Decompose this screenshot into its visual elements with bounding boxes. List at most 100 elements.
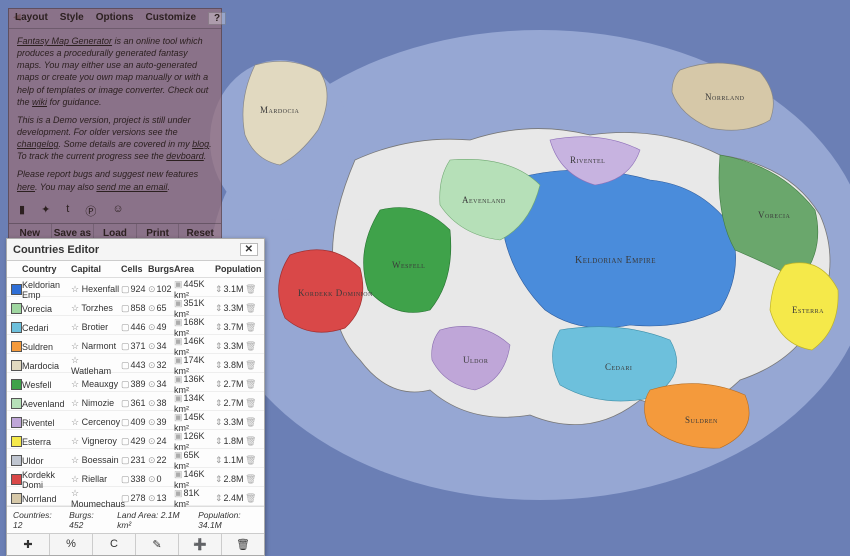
- tab-options[interactable]: Options: [96, 12, 134, 25]
- country-row[interactable]: AevenlandNimozie36138134K km²2.7M🗑: [7, 392, 264, 411]
- country-row[interactable]: Kordekk DomiRiellar3380146K km²2.8M🗑: [7, 468, 264, 487]
- delete-row-icon[interactable]: 🗑: [245, 379, 256, 390]
- link-blog[interactable]: blog: [192, 139, 209, 149]
- burgs-value: 34: [148, 341, 174, 352]
- col-burgs[interactable]: Burgs: [148, 264, 174, 274]
- capital-name[interactable]: Nimozie: [71, 398, 121, 409]
- delete-row-icon[interactable]: 🗑: [245, 474, 256, 485]
- col-population[interactable]: Population: [215, 264, 245, 274]
- country-row[interactable]: UldorBoessain2312265K km²1.1M🗑: [7, 449, 264, 468]
- color-swatch[interactable]: [11, 474, 22, 485]
- country-name[interactable]: Uldor: [22, 456, 71, 466]
- delete-row-icon[interactable]: 🗑: [245, 284, 256, 295]
- country-name[interactable]: Riventel: [22, 418, 71, 428]
- reddit-icon[interactable]: ☺: [112, 203, 123, 219]
- country-row[interactable]: SuldrenNarmont37134146K km²3.3M🗑: [7, 335, 264, 354]
- color-swatch[interactable]: [11, 341, 22, 352]
- facebook-icon[interactable]: ▮: [19, 203, 25, 219]
- link-here[interactable]: here: [17, 182, 35, 192]
- info-body: Fantasy Map Generator is an online tool …: [9, 29, 221, 199]
- link-devboard[interactable]: devboard: [166, 151, 204, 161]
- country-row[interactable]: EsterraVigneroy42924126K km²1.8M🗑: [7, 430, 264, 449]
- capital-name[interactable]: Riellar: [71, 474, 121, 485]
- link-title[interactable]: Fantasy Map Generator: [17, 36, 112, 46]
- country-row[interactable]: RiventelCercenoy40939145K km²3.3M🗑: [7, 411, 264, 430]
- color-swatch[interactable]: [11, 455, 22, 466]
- country-name[interactable]: Cedari: [22, 323, 71, 333]
- capital-name[interactable]: Cercenoy: [71, 417, 121, 428]
- help-button[interactable]: ?: [208, 12, 226, 25]
- capital-name[interactable]: Narmont: [71, 341, 121, 352]
- color-swatch[interactable]: [11, 360, 22, 371]
- country-name[interactable]: Vorecia: [22, 304, 71, 314]
- area-value: 445K km²: [174, 279, 215, 300]
- delete-row-icon[interactable]: 🗑: [245, 303, 256, 314]
- country-name[interactable]: Aevenland: [22, 399, 71, 409]
- col-capital[interactable]: Capital: [71, 264, 121, 274]
- area-value: 146K km²: [174, 469, 215, 490]
- country-name[interactable]: Norrland: [22, 494, 71, 504]
- link-email[interactable]: send me an email: [96, 182, 167, 192]
- twitter-icon[interactable]: ✦: [41, 203, 50, 219]
- country-row[interactable]: CedariBrotier44649168K km²3.7M🗑: [7, 316, 264, 335]
- tool-percent[interactable]: %: [50, 534, 93, 555]
- col-area[interactable]: Area: [174, 264, 215, 274]
- tool-edit[interactable]: ✎: [136, 534, 179, 555]
- capital-name[interactable]: Boessain: [71, 455, 121, 466]
- capital-name[interactable]: Brotier: [71, 322, 121, 333]
- delete-row-icon[interactable]: 🗑: [245, 455, 256, 466]
- link-changelog[interactable]: changelog: [17, 139, 59, 149]
- country-name[interactable]: Mardocia: [22, 361, 71, 371]
- link-wiki[interactable]: wiki: [32, 97, 47, 107]
- capital-name[interactable]: Watleham: [71, 355, 121, 376]
- color-swatch[interactable]: [11, 322, 22, 333]
- color-swatch[interactable]: [11, 436, 22, 447]
- capital-name[interactable]: Moumechaus: [71, 488, 121, 509]
- tumblr-icon[interactable]: t: [66, 203, 69, 219]
- area-value: 145K km²: [174, 412, 215, 433]
- country-name[interactable]: Wesfell: [22, 380, 71, 390]
- capital-name[interactable]: Meauxgy: [71, 379, 121, 390]
- color-swatch[interactable]: [11, 379, 22, 390]
- delete-row-icon[interactable]: 🗑: [245, 322, 256, 333]
- country-row[interactable]: WesfellMeauxgy38934136K km²2.7M🗑: [7, 373, 264, 392]
- capital-name[interactable]: Hexenfall: [71, 284, 121, 295]
- color-swatch[interactable]: [11, 493, 22, 504]
- delete-row-icon[interactable]: 🗑: [245, 417, 256, 428]
- editor-summary: Countries: 12 Burgs: 452 Land Area: 2.1M…: [7, 506, 264, 533]
- country-row[interactable]: Keldorian EmpHexenfall924102445K km²3.1M…: [7, 278, 264, 297]
- country-row[interactable]: NorrlandMoumechaus2781381K km²2.4M🗑: [7, 487, 264, 506]
- country-name[interactable]: Esterra: [22, 437, 71, 447]
- capital-name[interactable]: Torzhes: [71, 303, 121, 314]
- tab-customize[interactable]: Customize: [145, 12, 196, 25]
- country-row[interactable]: MardociaWatleham44332174K km²3.8M🗑: [7, 354, 264, 373]
- country-name[interactable]: Suldren: [22, 342, 71, 352]
- color-swatch[interactable]: [11, 398, 22, 409]
- close-button[interactable]: ✕: [240, 243, 258, 256]
- color-swatch[interactable]: [11, 303, 22, 314]
- delete-row-icon[interactable]: 🗑: [245, 398, 256, 409]
- tool-delete[interactable]: 🗑: [222, 534, 264, 555]
- tab-layout[interactable]: Layout: [15, 12, 48, 25]
- tool-plus[interactable]: ➕: [179, 534, 222, 555]
- col-country[interactable]: Country: [22, 264, 71, 274]
- tool-regenerate[interactable]: C: [93, 534, 136, 555]
- capital-name[interactable]: Vigneroy: [71, 436, 121, 447]
- col-cells[interactable]: Cells: [121, 264, 148, 274]
- color-swatch[interactable]: [11, 417, 22, 428]
- tab-style[interactable]: Style: [60, 12, 84, 25]
- country-row[interactable]: VoreciaTorzhes85865351K km²3.3M🗑: [7, 297, 264, 316]
- burgs-value: 22: [148, 455, 174, 466]
- delete-row-icon[interactable]: 🗑: [245, 493, 256, 504]
- color-swatch[interactable]: [11, 284, 22, 295]
- country-name[interactable]: Kordekk Domi: [22, 470, 71, 490]
- delete-row-icon[interactable]: 🗑: [245, 436, 256, 447]
- tool-add[interactable]: ✚: [7, 534, 50, 555]
- pinterest-icon[interactable]: Ⓟ: [85, 203, 96, 219]
- country-name[interactable]: Keldorian Emp: [22, 280, 71, 300]
- delete-row-icon[interactable]: 🗑: [245, 360, 256, 371]
- population-value: 2.8M: [215, 474, 245, 485]
- countries-editor[interactable]: Countries Editor ✕ Country Capital Cells…: [6, 238, 265, 556]
- cells-value: 443: [121, 360, 148, 371]
- delete-row-icon[interactable]: 🗑: [245, 341, 256, 352]
